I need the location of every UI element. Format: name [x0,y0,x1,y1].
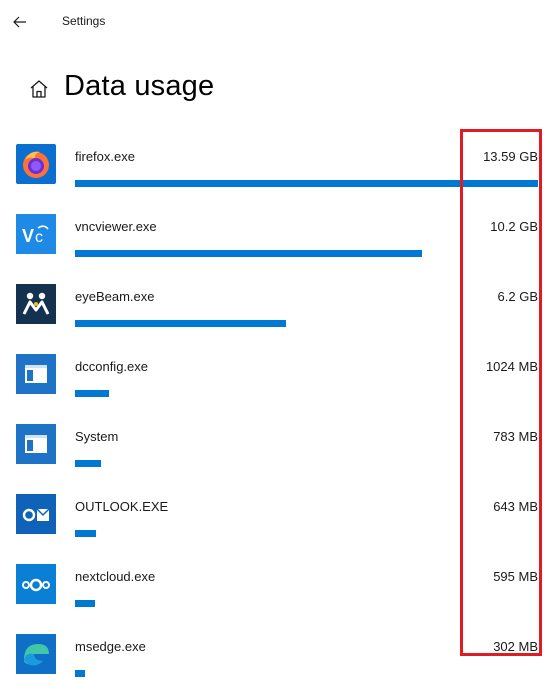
home-icon[interactable] [28,78,50,100]
app-row[interactable]: System 783 MB [0,418,549,488]
app-name: nextcloud.exe [75,569,156,584]
app-row[interactable]: V c vncviewer.exe 10.2 GB [0,208,549,278]
outlook-icon [16,494,56,534]
usage-bar [75,670,85,677]
back-button[interactable] [6,8,34,36]
app-row[interactable]: eyeBeam.exe 6.2 GB [0,278,549,348]
app-name: msedge.exe [75,639,146,654]
page-title: Data usage [64,70,215,102]
back-arrow-icon [13,16,26,28]
app-row[interactable]: msedge.exe 302 MB [0,628,549,698]
usage-bar [75,250,422,257]
app-row[interactable]: nextcloud.exe 595 MB [0,558,549,628]
app-usage-value: 10.2 GB [490,219,538,234]
usage-bar [75,180,538,187]
app-row[interactable]: dcconfig.exe 1024 MB [0,348,549,418]
app-name: OUTLOOK.EXE [75,499,169,514]
app-usage-value: 595 MB [493,569,538,584]
usage-bar [75,600,95,607]
title-bar: Settings [0,0,549,44]
firefox-icon [16,144,56,184]
eyebeam-icon [16,284,56,324]
svg-text:V: V [22,226,34,246]
app-usage-value: 13.59 GB [483,149,538,164]
app-usage-value: 1024 MB [485,359,538,374]
window-app-icon [16,354,56,394]
app-name: eyeBeam.exe [75,289,155,304]
window-app-icon [16,424,56,464]
vncviewer-icon: V c [16,214,56,254]
usage-bar [75,530,96,537]
app-row[interactable]: OUTLOOK.EXE 643 MB [0,488,549,558]
edge-icon [16,634,56,674]
nextcloud-icon [16,564,56,604]
window-title: Settings [62,14,106,28]
svg-text:c: c [35,229,43,246]
app-row[interactable]: firefox.exe 13.59 GB [0,138,549,208]
usage-bar [75,390,109,397]
app-name: dcconfig.exe [75,359,148,374]
app-name: System [75,429,119,444]
usage-bar [75,460,101,467]
usage-bar [75,320,286,327]
app-usage-value: 6.2 GB [497,289,538,304]
app-name: firefox.exe [75,149,135,164]
page-header: Data usage [0,66,549,110]
app-usage-value: 783 MB [493,429,538,444]
app-name: vncviewer.exe [75,219,157,234]
app-usage-value: 302 MB [493,639,538,654]
app-usage-value: 643 MB [493,499,538,514]
